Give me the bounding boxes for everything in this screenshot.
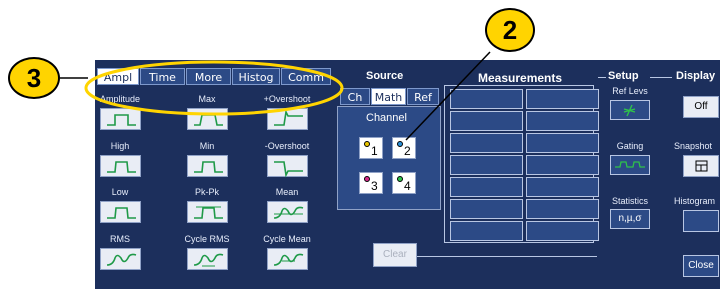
tab-highlight-ellipse: [84, 60, 344, 116]
callout-3-badge: 3: [8, 57, 60, 99]
callout-2-leader: [405, 51, 491, 141]
callout-overlay: [60, 51, 491, 141]
callout-2-badge: 2: [485, 8, 535, 52]
